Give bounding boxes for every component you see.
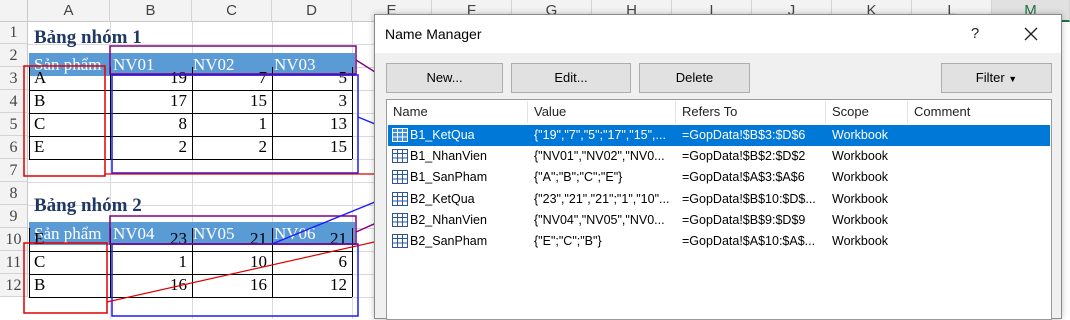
edit-button-label: Edit... [554, 70, 588, 85]
new-button-label: New... [426, 70, 463, 85]
named-range-icon [392, 191, 408, 206]
name-list-scope-cell: Workbook [832, 128, 889, 142]
edit-button[interactable]: Edit... [511, 63, 631, 93]
annot-box-g1-products [23, 65, 106, 177]
column-header-comment[interactable]: Comment [908, 101, 1051, 123]
annot-box-g2-header [109, 215, 357, 245]
name-list-comment-cell [914, 125, 1050, 146]
close-icon [1024, 27, 1038, 41]
filter-button-label: Filter [975, 70, 1005, 85]
name-list-comment-cell [914, 210, 1050, 231]
name-list-comment-cell [914, 231, 1050, 252]
name-list-comment-cell [914, 189, 1050, 210]
name-list-value-cell: {"E";"C";"B"} [534, 234, 602, 248]
annot-line-g2-products [106, 237, 393, 303]
name-list-scope-cell: Workbook [832, 234, 889, 248]
name-list-name-cell: B2_NhanVien [410, 212, 487, 227]
named-range-icon [392, 128, 408, 142]
named-range-icon [392, 212, 408, 227]
name-list-value-cell: {"NV04","NV05","NV0... [534, 212, 665, 227]
name-list-refers-cell: =GopData!$B$9:$D$9 [682, 212, 806, 227]
names-list[interactable]: Name Value Refers To Scope Comment B1_Ke… [386, 99, 1052, 320]
dialog-title: Name Manager [385, 26, 482, 42]
name-list-refers-cell: =GopData!$B$3:$D$6 [682, 128, 806, 142]
name-list-refers-cell: =GopData!$B$2:$D$2 [682, 149, 806, 164]
delete-button-label: Delete [675, 70, 714, 85]
name-list-comment-cell [914, 146, 1050, 167]
annot-box-g2-products [23, 242, 108, 314]
name-list-row[interactable]: B1_NhanVien {"NV01","NV02","NV0... =GopDat… [388, 146, 1050, 167]
name-list-refers-cell: =GopData!$A$3:$A$6 [682, 170, 805, 185]
named-range-icon [392, 234, 408, 248]
filter-button[interactable]: Filter ▼ [941, 63, 1052, 93]
name-list-row[interactable]: B2_KetQua {"23","21","21";"1","10"... =Gop… [388, 189, 1050, 210]
close-button[interactable] [1016, 21, 1046, 47]
column-header-scope[interactable]: Scope [826, 101, 908, 123]
chevron-down-icon: ▼ [1008, 74, 1018, 84]
column-header-value[interactable]: Value [528, 101, 676, 123]
name-list-scope-cell: Workbook [832, 149, 889, 164]
help-button[interactable]: ? [963, 23, 987, 45]
name-list-name-cell: B2_SanPham [410, 234, 488, 248]
delete-button[interactable]: Delete [639, 63, 750, 93]
name-list-refers-cell: =GopData!$A$10:$A$... [682, 234, 816, 248]
new-button[interactable]: New... [386, 63, 503, 93]
annot-box-g1-values [111, 74, 359, 174]
name-list-comment-cell [914, 167, 1050, 188]
name-list-name-cell: B1_SanPham [410, 170, 488, 185]
name-list-value-cell: {"19","7","5";"17","15",... [534, 128, 666, 142]
name-list-value-cell: {"23","21","21";"1","10"... [534, 191, 670, 206]
name-manager-dialog[interactable]: Name Manager ? New... Edit... Delete Fil… [374, 14, 1062, 320]
dialog-titlebar[interactable]: Name Manager ? [375, 15, 1061, 53]
named-range-icon [392, 170, 408, 185]
annot-box-g2-values [111, 243, 359, 317]
name-list-row[interactable]: B1_SanPham {"A";"B";"C";"E"} =GopData!$A$3… [388, 167, 1050, 188]
name-list-scope-cell: Workbook [832, 191, 889, 206]
named-range-icon [392, 149, 408, 164]
column-header-name[interactable]: Name [387, 101, 528, 123]
name-list-row[interactable]: B2_NhanVien {"NV04","NV05","NV0... =GopDat… [388, 210, 1050, 231]
name-list-value-cell: {"A";"B";"C";"E"} [534, 170, 623, 185]
name-list-refers-cell: =GopData!$B$10:$D$... [682, 191, 816, 206]
name-list-name-cell: B2_KetQua [410, 191, 475, 206]
name-list-scope-cell: Workbook [832, 212, 889, 227]
name-list-row[interactable]: B1_KetQua {"19","7","5";"17","15",... =Gop… [388, 125, 1050, 146]
annot-box-g1-header [109, 45, 357, 75]
column-header-refers-to[interactable]: Refers To [676, 101, 826, 123]
name-list-value-cell: {"NV01","NV02","NV0... [534, 149, 665, 164]
name-list-name-cell: B1_KetQua [410, 128, 475, 142]
name-list-scope-cell: Workbook [832, 170, 889, 185]
name-list-name-cell: B1_NhanVien [410, 149, 487, 164]
name-list-row[interactable]: B2_SanPham {"E";"C";"B"} =GopData!$A$10:$A… [388, 231, 1050, 252]
